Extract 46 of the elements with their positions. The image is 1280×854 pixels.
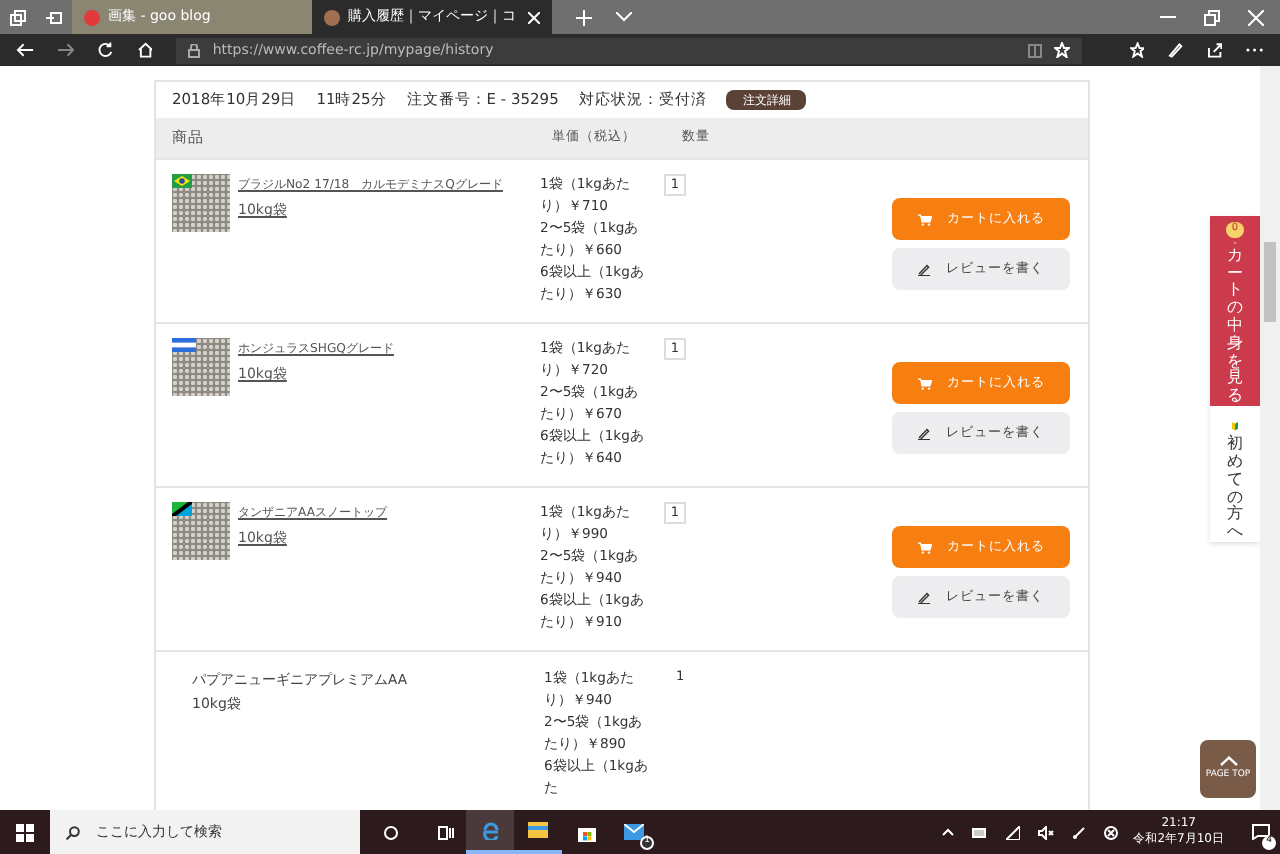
restore-icon[interactable] xyxy=(1204,9,1220,25)
speaker-muted-icon[interactable] xyxy=(1037,825,1054,839)
chevron-up-icon[interactable] xyxy=(941,828,954,836)
new-tab-icon[interactable] xyxy=(576,9,592,25)
store-bag-icon[interactable] xyxy=(577,823,595,841)
lock-icon xyxy=(188,43,201,57)
home-icon[interactable] xyxy=(137,42,153,58)
cart-side-label: カートの中身を見る xyxy=(1227,247,1243,406)
share-icon[interactable] xyxy=(1207,42,1223,58)
reading-view-icon[interactable] xyxy=(1027,43,1042,57)
site-icon xyxy=(84,9,100,25)
chevron-up-icon xyxy=(1219,755,1237,766)
coffee-beans-photo xyxy=(172,502,230,560)
pencil-icon xyxy=(918,591,930,603)
flag-icon xyxy=(172,174,192,188)
browser-e-icon[interactable] xyxy=(481,821,499,839)
forward-icon[interactable] xyxy=(57,42,75,58)
flag-icon xyxy=(172,338,196,352)
star-icon[interactable] xyxy=(1053,42,1070,58)
site-icon xyxy=(324,9,340,25)
close-icon[interactable] xyxy=(528,11,540,23)
tabs-icon[interactable] xyxy=(10,9,26,25)
close-circle-icon[interactable] xyxy=(1103,825,1118,839)
back-icon[interactable] xyxy=(16,42,34,58)
notification-icon[interactable] xyxy=(1251,824,1269,840)
coffee-beans-photo xyxy=(172,338,230,396)
flag-icon xyxy=(172,502,192,516)
tab-aside-icon[interactable] xyxy=(46,9,62,25)
pen-icon[interactable] xyxy=(1071,825,1086,839)
battery-icon[interactable] xyxy=(971,827,988,837)
pen-icon[interactable] xyxy=(1168,42,1184,58)
pencil-icon xyxy=(918,263,930,275)
cortana-icon[interactable] xyxy=(384,825,398,839)
pencil-icon xyxy=(918,427,930,439)
beginner-side-label: 初めての方へ xyxy=(1227,436,1243,542)
beginner-mark-icon xyxy=(1230,422,1240,431)
wifi-icon[interactable] xyxy=(1005,825,1020,839)
search-icon xyxy=(66,825,80,839)
coffee-beans-photo xyxy=(172,174,230,232)
mail-icon[interactable] xyxy=(624,824,644,840)
favorites-icon[interactable] xyxy=(1129,42,1145,58)
windows-start-icon[interactable] xyxy=(16,823,34,841)
chevron-down-icon[interactable] xyxy=(616,12,632,22)
task-view-icon[interactable] xyxy=(438,825,454,839)
beginner-side-tab[interactable]: 初めての方へ xyxy=(1210,406,1260,542)
refresh-icon[interactable] xyxy=(98,42,114,58)
